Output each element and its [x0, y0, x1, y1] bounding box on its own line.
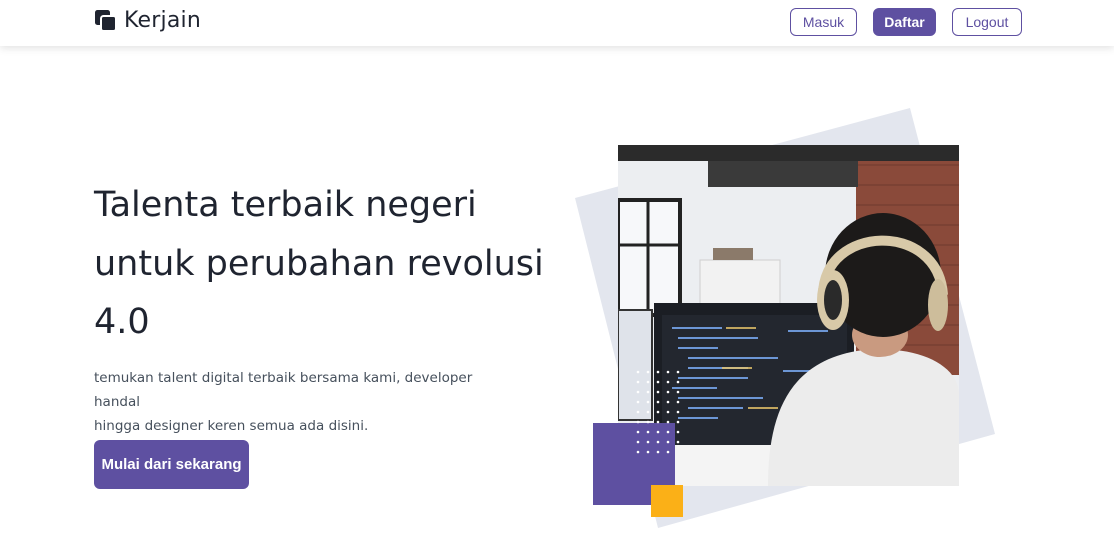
register-button[interactable]: Daftar	[873, 8, 936, 36]
start-now-button[interactable]: Mulai dari sekarang	[94, 440, 249, 489]
hero-title-line: 4.0	[94, 302, 150, 342]
hero-subtitle-line: temukan talent digital terbaik bersama k…	[94, 370, 473, 410]
logout-button[interactable]: Logout	[952, 8, 1022, 36]
hero-title-line: untuk perubahan revolusi	[94, 243, 544, 284]
kerjain-logo-icon	[94, 8, 118, 32]
hero-title-line: Talenta terbaik negeri	[94, 185, 477, 225]
orange-square-decoration	[651, 485, 683, 517]
brand[interactable]: Kerjain	[94, 6, 201, 34]
hero-illustration	[570, 100, 1010, 540]
login-button[interactable]: Masuk	[790, 8, 857, 36]
dot-grid-decoration	[636, 370, 680, 454]
hero-subtitle-line: hingga designer keren semua ada disini.	[94, 418, 369, 434]
hero-subtitle: temukan talent digital terbaik bersama k…	[94, 366, 514, 438]
hero-title: Talenta terbaik negeri untuk perubahan r…	[94, 176, 544, 352]
top-navbar: Kerjain Masuk Daftar Logout	[0, 0, 1114, 46]
brand-name: Kerjain	[124, 7, 201, 33]
